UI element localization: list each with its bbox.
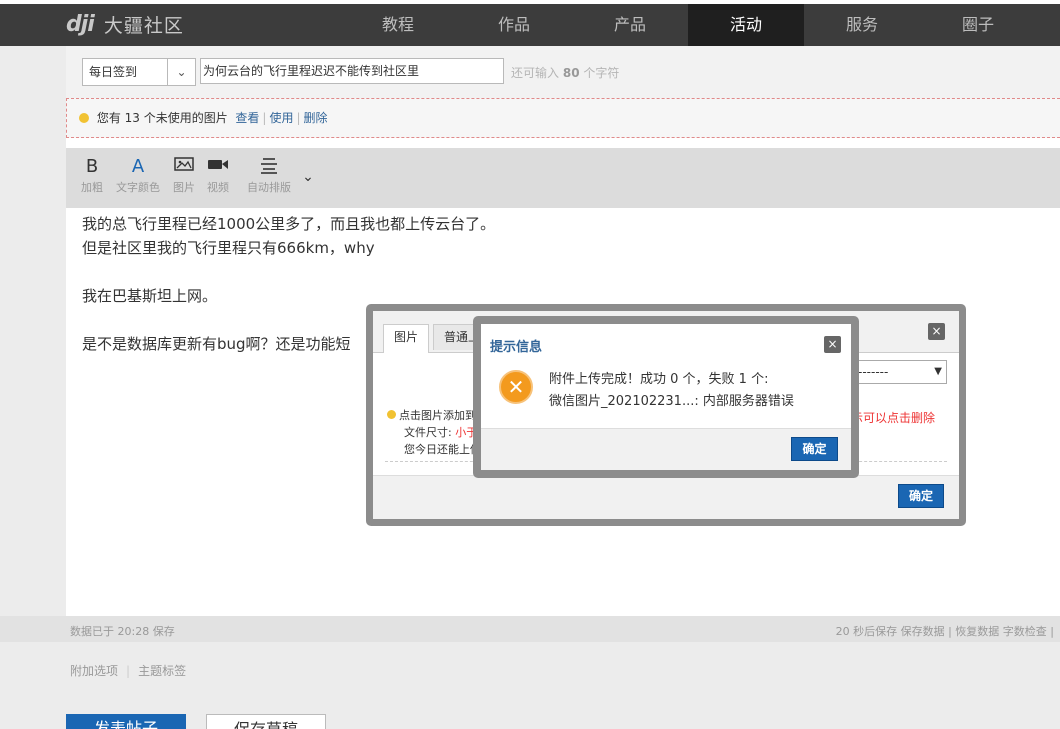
- alert-title: 提示信息: [490, 340, 543, 355]
- nav-item-services[interactable]: 服务: [804, 4, 920, 46]
- char-hint-prefix: 还可输入: [511, 66, 560, 80]
- upload-tip-line1: 点击图片添加到: [399, 409, 476, 422]
- alert-footer: 确定: [481, 428, 851, 470]
- site-logo[interactable]: dji 大疆社区: [66, 11, 184, 37]
- error-x-icon: ✕: [499, 370, 533, 404]
- alert-dialog-body: 提示信息 × ✕ 附件上传完成！成功 0 个，失败 1 个: 微信图片_2021…: [481, 324, 851, 470]
- upload-tip: 点击图片添加到 文件尺寸: 小于 您今日还能上传: [387, 407, 481, 458]
- editor-toolbar: B 加粗 A 文字颜色 图片 视频 自动排版 ⌄: [66, 148, 1060, 208]
- upload-confirm-button[interactable]: 确定: [898, 484, 944, 508]
- subject-row: 每日签到 ⌄ 为何云台的飞行里程迟迟不能传到社区里 还可输入 80 个字符: [66, 46, 1060, 98]
- save-actions[interactable]: 20 秒后保存 保存数据 | 恢复数据 字数检查 |: [836, 623, 1054, 639]
- top-navigation: dji 大疆社区 教程 作品 产品 活动 服务 圈子: [0, 0, 1060, 46]
- bold-icon: B: [85, 156, 99, 177]
- more-tools-button[interactable]: ⌄: [300, 166, 316, 188]
- extra-options-row: 附加选项 | 主题标签: [70, 664, 187, 678]
- auto-format-icon: [244, 156, 294, 178]
- nav-item-activities[interactable]: 活动: [688, 4, 804, 46]
- nav-item-circles[interactable]: 圈子: [920, 4, 1036, 46]
- auto-format-button[interactable]: 自动排版: [244, 156, 294, 195]
- category-select[interactable]: 每日签到 ⌄: [82, 58, 196, 86]
- alert-message-line1: 附件上传完成！成功 0 个，失败 1 个:: [549, 372, 769, 387]
- album-select-value: -------: [858, 365, 889, 379]
- tab-image[interactable]: 图片: [383, 324, 430, 353]
- album-select[interactable]: ------- ▼: [851, 360, 947, 384]
- upload-tip-size-label: 文件尺寸:: [404, 426, 456, 439]
- video-button[interactable]: 视频: [204, 156, 232, 195]
- content-line: [82, 260, 1042, 284]
- unused-images-text: 您有 13 个未使用的图片: [96, 111, 228, 125]
- bold-button[interactable]: B 加粗: [80, 156, 104, 195]
- lightbulb-icon: [79, 113, 89, 123]
- bold-label: 加粗: [81, 181, 103, 194]
- close-icon[interactable]: ×: [824, 336, 841, 353]
- save-draft-button[interactable]: 保存草稿: [206, 714, 326, 729]
- chevron-down-icon[interactable]: ⌄: [167, 59, 195, 85]
- char-hint-suffix: 个字符: [583, 66, 620, 80]
- nav-item-works[interactable]: 作品: [456, 4, 572, 46]
- alert-message-line2: 微信图片_202102231...: 内部服务器错误: [549, 394, 794, 409]
- chevron-down-icon: ▼: [934, 366, 942, 377]
- dji-logo-mark: dji: [66, 11, 95, 37]
- lightbulb-icon: [387, 410, 396, 419]
- close-icon[interactable]: ×: [928, 323, 945, 340]
- additional-options-link[interactable]: 附加选项: [70, 664, 118, 678]
- alert-message: 附件上传完成！成功 0 个，失败 1 个: 微信图片_202102231...:…: [549, 369, 794, 413]
- text-color-button[interactable]: A 文字颜色: [114, 156, 162, 195]
- content-line: 但是社区里我的飞行里程只有666km，why: [82, 239, 375, 257]
- image-icon: [170, 156, 198, 178]
- view-images-link[interactable]: 查看: [235, 111, 259, 125]
- title-input[interactable]: 为何云台的飞行里程迟迟不能传到社区里: [200, 58, 504, 84]
- text-color-label: 文字颜色: [116, 181, 160, 194]
- post-button[interactable]: 发表帖子: [66, 714, 186, 729]
- video-icon: [204, 156, 232, 178]
- char-hint-count: 80: [562, 66, 580, 80]
- auto-format-label: 自动排版: [247, 181, 291, 194]
- text-color-icon: A: [131, 156, 145, 177]
- save-status-bar: 数据已于 20:28 保存 20 秒后保存 保存数据 | 恢复数据 字数检查 |: [0, 616, 1060, 642]
- video-label: 视频: [207, 181, 229, 194]
- nav-item-products[interactable]: 产品: [572, 4, 688, 46]
- unused-images-notice: 您有 13 个未使用的图片 查看 | 使用 | 删除: [66, 98, 1060, 138]
- nav-item-tutorials[interactable]: 教程: [340, 4, 456, 46]
- char-count-hint: 还可输入 80 个字符: [511, 64, 619, 81]
- upload-delete-hint: 示可以点击删除: [851, 411, 936, 425]
- category-value: 每日签到: [89, 65, 138, 79]
- alert-dialog: 提示信息 × ✕ 附件上传完成！成功 0 个，失败 1 个: 微信图片_2021…: [473, 316, 859, 478]
- image-label: 图片: [173, 181, 195, 194]
- upload-tip-line3: 您今日还能上传: [404, 443, 481, 456]
- upload-dialog-footer: 确定: [373, 475, 959, 519]
- content-line: 我的总飞行里程已经1000公里多了，而且我也都上传云台了。: [82, 215, 496, 233]
- image-button[interactable]: 图片: [170, 156, 198, 195]
- alert-confirm-button[interactable]: 确定: [791, 437, 838, 461]
- delete-images-link[interactable]: 删除: [304, 111, 328, 125]
- site-name: 大疆社区: [103, 14, 184, 37]
- use-images-link[interactable]: 使用: [269, 111, 293, 125]
- saved-time-text: 数据已于 20:28 保存: [70, 625, 175, 638]
- topic-tags-link[interactable]: 主题标签: [138, 664, 186, 678]
- chevron-down-icon: ⌄: [302, 169, 314, 185]
